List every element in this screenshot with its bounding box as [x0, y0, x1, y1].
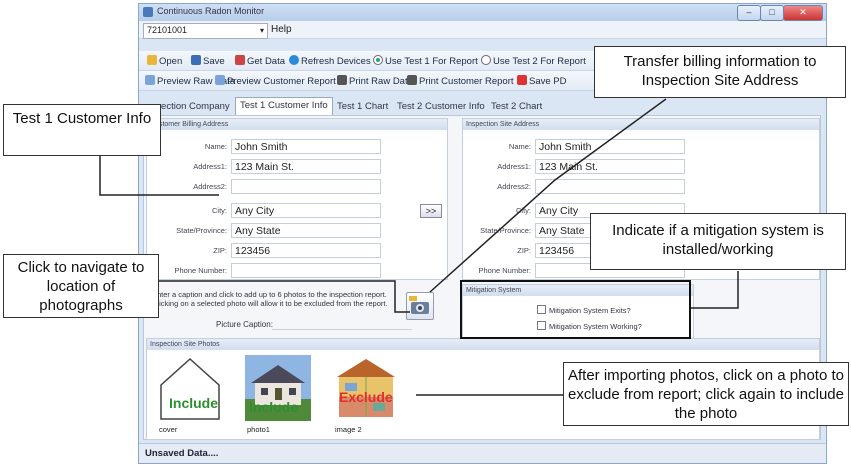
callout-mitigation: Indicate if a mitigation system is insta…	[590, 213, 846, 270]
callout-transfer-billing: Transfer billing information to Inspecti…	[594, 46, 846, 98]
callout-navigate-photos: Click to navigate to location of photogr…	[3, 254, 159, 318]
callout-test1-customer-info: Test 1 Customer Info	[3, 104, 161, 156]
callout-photo-exclude: After importing photos, click on a photo…	[563, 362, 849, 426]
mitigation-callout-line	[690, 271, 739, 309]
test1-callout-line	[99, 155, 219, 196]
navigate-callout-line	[158, 280, 410, 313]
mitigation-highlight-box	[460, 280, 691, 339]
